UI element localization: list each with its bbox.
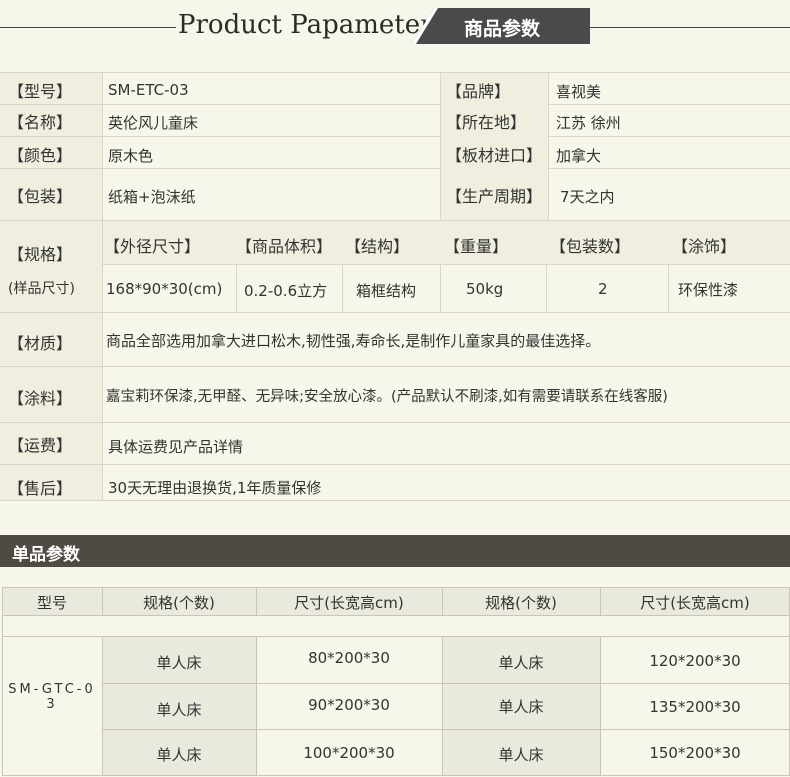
single-header-model: 型号 xyxy=(36,594,67,612)
header-line-left xyxy=(0,27,176,28)
grid-line xyxy=(2,587,790,588)
spec-value-finish: 环保性漆 xyxy=(678,281,739,299)
color-label: 【颜色】 xyxy=(8,146,73,165)
grid-line xyxy=(102,264,790,265)
color-value: 原木色 xyxy=(108,147,154,165)
spec-header-weight: 【重量】 xyxy=(444,237,509,256)
single-section-header: 单品参数 xyxy=(0,535,790,567)
spec-header-structure: 【结构】 xyxy=(345,237,410,256)
grid-line xyxy=(2,775,790,776)
location-value: 江苏 徐州 xyxy=(556,114,621,132)
name-label: 【名称】 xyxy=(8,113,73,132)
single-row-3-spec-1: 单人床 xyxy=(156,746,202,764)
grid-line xyxy=(548,72,549,220)
package-value: 纸箱+泡沫纸 xyxy=(108,188,196,206)
single-header-spec-1: 规格(个数) xyxy=(143,594,215,612)
grid-line xyxy=(2,636,790,637)
single-header-size-2: 尺寸(长宽高cm) xyxy=(640,594,750,612)
single-row-1-size-1: 80*200*30 xyxy=(308,649,390,667)
single-model-value: SM-GTC-03 xyxy=(8,682,96,712)
single-row-3-size-1: 100*200*30 xyxy=(303,744,395,762)
header-title-en: Product Papameter xyxy=(178,10,433,40)
grid-line xyxy=(0,366,790,367)
header-line-right xyxy=(590,27,790,28)
grid-line xyxy=(0,104,790,105)
name-value: 英伦风儿童床 xyxy=(108,114,199,132)
grid-line xyxy=(2,615,790,616)
material-value: 商品全部选用加拿大进口松木,韧性强,寿命长,是制作儿童家具的最佳选择。 xyxy=(106,332,601,350)
aftersale-label: 【售后】 xyxy=(8,479,73,498)
spec-value-outer-size: 168*90*30(cm) xyxy=(106,280,223,298)
spec-label: 【规格】 xyxy=(8,245,73,264)
cycle-value: 7天之内 xyxy=(560,188,615,206)
spec-value-weight: 50kg xyxy=(466,280,504,298)
grid-line xyxy=(0,312,790,313)
single-row-2-spec-2: 单人床 xyxy=(498,698,544,716)
grid-line xyxy=(0,72,790,73)
single-header-spec-2: 规格(个数) xyxy=(485,594,557,612)
single-row-2-size-2: 135*200*30 xyxy=(649,698,741,716)
grid-line xyxy=(0,136,790,137)
spec-value-volume: 0.2-0.6立方 xyxy=(244,282,328,300)
spec-header-finish: 【涂饰】 xyxy=(672,237,737,256)
import-value: 加拿大 xyxy=(556,147,602,165)
single-row-3-size-2: 150*200*30 xyxy=(649,744,741,762)
shipping-label: 【运费】 xyxy=(8,436,73,455)
spec-value-structure: 箱框结构 xyxy=(356,282,417,300)
spec-header-outer-size: 【外径尺寸】 xyxy=(104,237,201,256)
location-label: 【所在地】 xyxy=(446,113,527,132)
grid-line xyxy=(2,587,3,776)
single-row-2-size-1: 90*200*30 xyxy=(308,696,390,714)
brand-label: 【品牌】 xyxy=(446,82,511,101)
grid-line xyxy=(103,683,790,684)
single-row-3-spec-2: 单人床 xyxy=(498,746,544,764)
model-label: 【型号】 xyxy=(8,82,73,101)
brand-value: 喜视美 xyxy=(556,83,602,101)
single-section-title: 单品参数 xyxy=(12,545,80,565)
grid-line xyxy=(0,422,790,423)
single-row-1-spec-1: 单人床 xyxy=(156,654,202,672)
single-row-1-spec-2: 单人床 xyxy=(498,654,544,672)
single-header-size-1: 尺寸(长宽高cm) xyxy=(294,594,404,612)
header-badge: 商品参数 xyxy=(412,8,590,44)
grid-line xyxy=(102,72,103,500)
header-title-cn: 商品参数 xyxy=(464,18,541,40)
model-value: SM-ETC-03 xyxy=(108,81,189,99)
import-label: 【板材进口】 xyxy=(446,146,543,165)
grid-line xyxy=(0,464,790,465)
grid-line xyxy=(0,500,790,501)
single-row-1-size-2: 120*200*30 xyxy=(649,652,741,670)
spec-header-volume: 【商品体积】 xyxy=(236,237,333,256)
grid-line xyxy=(103,729,790,730)
spec-header-package-count: 【包装数】 xyxy=(550,237,631,256)
grid-line xyxy=(0,168,790,169)
spec-value-package-count: 2 xyxy=(598,280,608,298)
paint-label: 【涂料】 xyxy=(8,389,73,408)
aftersale-value: 30天无理由退换货,1年质量保修 xyxy=(108,479,322,497)
spec-sub-label: (样品尺寸) xyxy=(8,281,75,297)
single-row-2-spec-1: 单人床 xyxy=(156,701,202,719)
material-label: 【材质】 xyxy=(8,334,73,353)
shipping-value: 具体运费见产品详情 xyxy=(108,438,244,456)
cycle-label: 【生产周期】 xyxy=(446,187,543,206)
package-label: 【包装】 xyxy=(8,187,73,206)
paint-value: 嘉宝莉环保漆,无甲醛、无异味;安全放心漆。(产品默认不刷漆,如有需要请联系在线客… xyxy=(106,389,668,405)
